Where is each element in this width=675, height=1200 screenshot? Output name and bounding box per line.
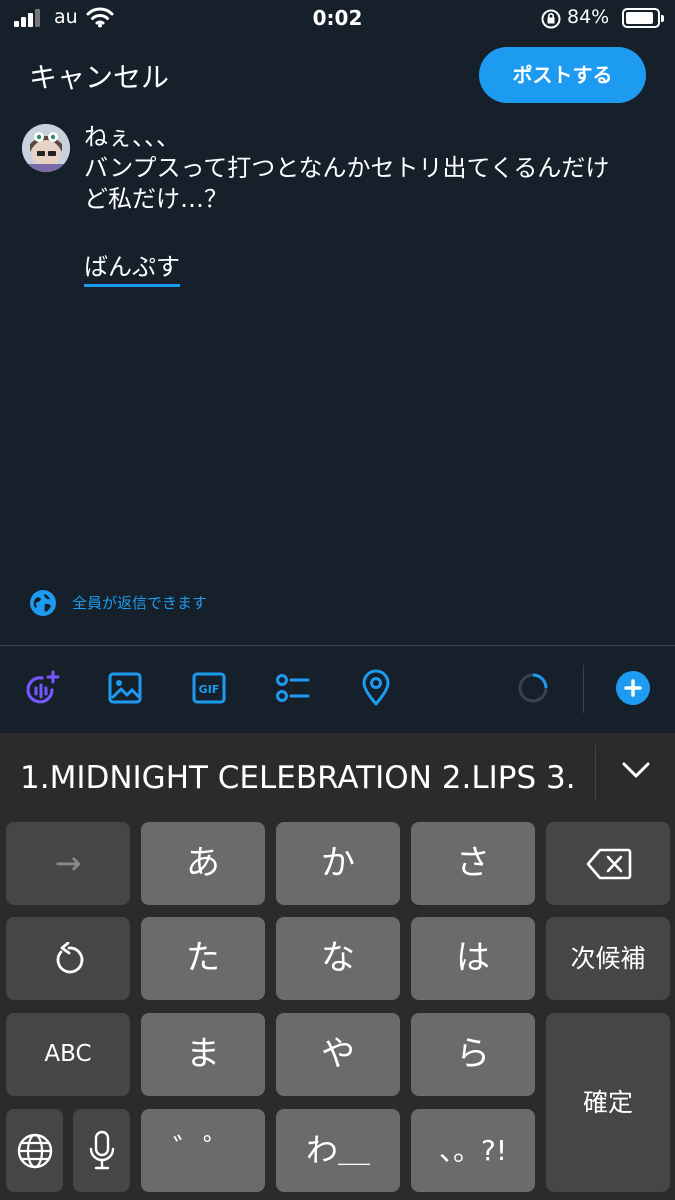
arrow-key[interactable]: →	[6, 822, 130, 905]
key-ra[interactable]: ら	[411, 1013, 535, 1096]
progress-ring	[518, 673, 548, 703]
key-sa[interactable]: さ	[411, 822, 535, 905]
key-ma[interactable]: ま	[141, 1013, 265, 1096]
rotation-lock-icon	[541, 9, 561, 29]
image-icon[interactable]	[105, 668, 145, 708]
undo-key[interactable]	[6, 917, 130, 1000]
composing-text[interactable]: ばんぷす	[84, 252, 180, 287]
spaces-icon[interactable]	[22, 668, 62, 708]
globe-key[interactable]	[6, 1109, 63, 1192]
globe-icon[interactable]	[30, 590, 56, 616]
confirm-key[interactable]: 確定	[546, 1013, 670, 1192]
tweet-line: ど私だけ…？	[84, 185, 228, 213]
location-icon[interactable]	[356, 668, 396, 708]
tweet-line: バンプスって打つとなんかセトリ出てくるんだけ	[84, 154, 610, 182]
add-icon[interactable]	[616, 671, 650, 705]
key-ka[interactable]: か	[276, 822, 400, 905]
key-a[interactable]: あ	[141, 822, 265, 905]
abc-key[interactable]: ABC	[6, 1013, 130, 1096]
gif-icon[interactable]: GIF	[189, 668, 229, 708]
gif-label: GIF	[199, 683, 220, 696]
backspace-icon	[586, 848, 632, 880]
battery-percent: 84%	[567, 6, 610, 28]
status-bar: au 0:02 84%	[0, 0, 675, 40]
microphone-key[interactable]	[73, 1109, 130, 1192]
undo-icon	[56, 942, 84, 974]
poll-icon[interactable]	[272, 668, 312, 708]
key-ya[interactable]: や	[276, 1013, 400, 1096]
tweet-text[interactable]: ねぇ、、、 バンプスって打つとなんかセトリ出てくるんだけ ど私だけ…？	[84, 122, 654, 215]
key-ta[interactable]: た	[141, 917, 265, 1000]
chevron-down-icon[interactable]	[620, 757, 652, 781]
microphone-icon	[89, 1130, 115, 1170]
punctuation-key[interactable]: 、。?!	[411, 1109, 535, 1192]
tweet-line: ねぇ、、、	[84, 123, 180, 151]
battery-icon	[622, 8, 664, 28]
reply-setting-label[interactable]: 全員が返信できます	[72, 592, 207, 613]
candidate-divider	[595, 745, 596, 801]
cancel-button[interactable]: キャンセル	[29, 56, 169, 96]
key-ha[interactable]: は	[411, 917, 535, 1000]
next-candidate-key[interactable]: 次候補	[546, 917, 670, 1000]
post-button[interactable]: ポストする	[479, 47, 646, 103]
keyboard: 1.MIDNIGHT CELEBRATION 2.LIPS 3. → あ か さ…	[0, 733, 675, 1200]
dakuten-key[interactable]: ゛゜	[141, 1109, 265, 1192]
divider	[0, 645, 675, 646]
key-na[interactable]: な	[276, 917, 400, 1000]
key-wa[interactable]: わ＿	[276, 1109, 400, 1192]
toolbar-divider	[583, 665, 584, 713]
globe-icon	[17, 1133, 53, 1169]
avatar[interactable]	[22, 124, 70, 172]
backspace-key[interactable]	[546, 822, 670, 905]
prediction-candidate[interactable]: 1.MIDNIGHT CELEBRATION 2.LIPS 3.	[20, 760, 595, 796]
